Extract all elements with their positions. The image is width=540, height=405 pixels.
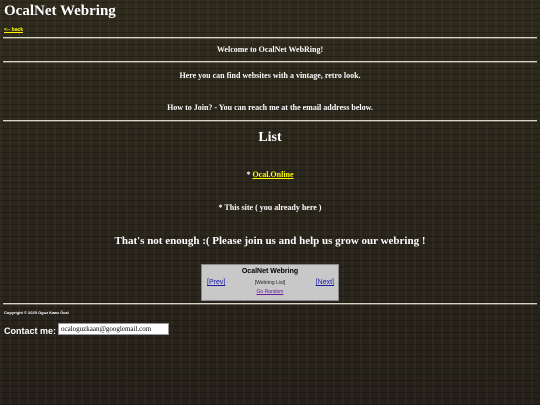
ocal-online-link[interactable]: Ocal.Online [252,170,293,179]
intro-find-text: Here you can find websites with a vintag… [179,71,361,80]
divider [3,37,537,39]
back-link[interactable]: <-- back [4,27,23,33]
welcome-text: Welcome to OcalNet WebRing! [216,45,324,54]
divider [3,61,537,63]
intro-join-text: How to Join? - You can reach me at the e… [167,103,373,112]
webring-random-link[interactable]: Go Random [202,289,338,295]
list-item: * Ocal.Online [0,170,540,179]
webring-title: OcalNet Webring [241,268,299,275]
webring-next-link[interactable]: [Next] [316,279,334,286]
page: OcalNet Webring <-- back Welcome to Ocal… [0,0,540,405]
webring-widget: OcalNet Webring [Prev] [Webring List] [N… [201,264,339,301]
list-item: * This site ( you already here ) [218,203,322,212]
divider [3,303,537,305]
contact-label: Contact me: [4,326,57,336]
join-cta-text: That's not enough :( Please join us and … [114,235,426,247]
site-title: OcalNet Webring [4,3,116,19]
contact-email-field[interactable]: ocaloguzkaan@googlemail.com [58,323,169,335]
list-heading: List [258,130,282,145]
divider [3,120,537,122]
copyright-text: Copyright © 2025 Oguz Kaan Öcal [4,310,69,315]
